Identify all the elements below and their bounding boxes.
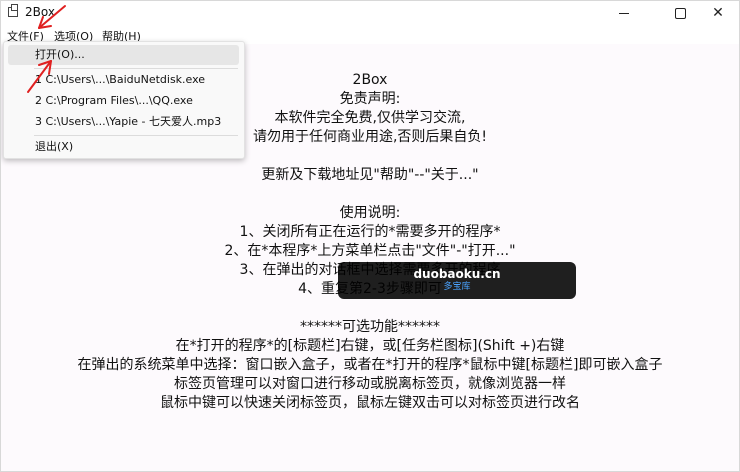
minimize-icon [619,12,629,14]
app-window-icon [8,4,18,17]
optional-line: 在弹出的系统菜单中选择：窗口嵌入盒子，或者在*打开的程序*鼠标中键[标题栏]即可… [77,357,663,373]
optional-line: 标签页管理可以对窗口进行移动或脱离标签页，就像浏览器一样 [174,376,566,392]
optional-line: 在*打开的程序*的[标题栏]右键，或[任务栏图标](Shift +)右键 [175,338,565,354]
app-window: 2Box ✕ 文件(F) 选项(O) 帮助(H) 2Box 免责声明: 本软件完… [0,0,740,472]
watermark-subtitle: 多宝库 [443,282,471,292]
minimize-button[interactable] [601,1,647,25]
close-button[interactable]: ✕ [695,1,739,25]
menu-item-open[interactable]: 打开(O)... [8,45,239,65]
file-menu-dropdown: 打开(O)... 1 C:\Users\...\BaiduNetdisk.exe… [3,41,245,159]
maximize-icon [674,7,686,19]
menu-item-exit[interactable]: 退出(X) [8,137,239,157]
optional-heading: ******可选功能****** [300,319,440,335]
menu-item-recent-1[interactable]: 1 C:\Users\...\BaiduNetdisk.exe [8,70,239,90]
update-info: 更新及下载地址见"帮助"--"关于..." [261,167,479,183]
usage-heading: 使用说明: [339,205,401,221]
menu-item-recent-3[interactable]: 3 C:\Users\...\Yapie - 七天爱人.mp3 [8,112,239,132]
title-bar[interactable]: 2Box ✕ [1,1,739,25]
usage-step: 1、关闭所有正在运行的*需要多开的程序* [239,224,501,240]
watermark-title: duobaoku.cn [413,267,501,281]
menu-item-recent-2[interactable]: 2 C:\Program Files\...\QQ.exe [8,91,239,111]
menu-separator [34,68,238,69]
usage-step: 2、在*本程序*上方菜单栏点击"文件"-"打开..." [224,243,516,259]
window-title: 2Box [25,5,55,19]
close-icon: ✕ [712,5,724,21]
menu-separator [34,135,238,136]
watermark-banner: duobaoku.cn 多宝库 [338,262,576,299]
optional-line: 鼠标中键可以快速关闭标签页，鼠标左键双击可以对标签页进行改名 [160,395,580,411]
